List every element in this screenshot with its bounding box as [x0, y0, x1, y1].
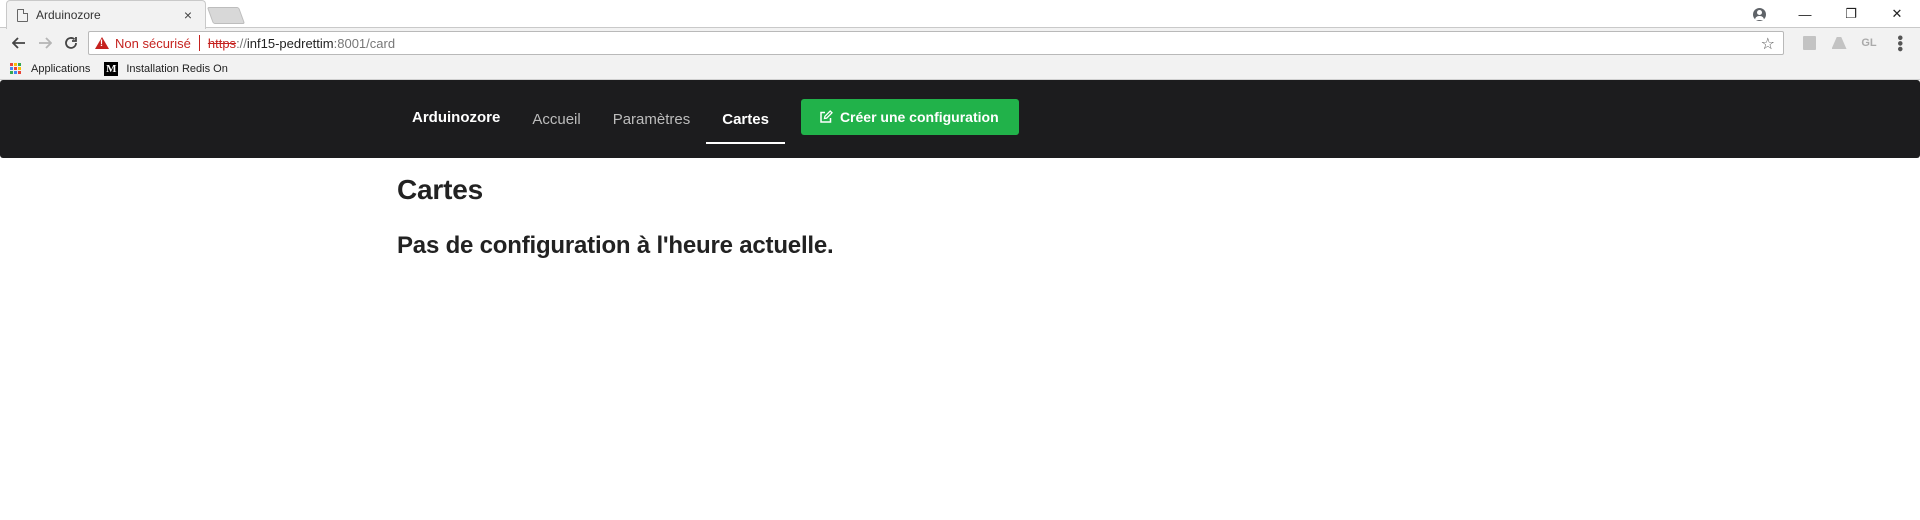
url-scheme: https: [207, 35, 237, 51]
navbar-inner: Arduinozore Accueil Paramètres Cartes Cr…: [396, 80, 1019, 158]
brand-link[interactable]: Arduinozore: [396, 109, 516, 126]
url-path: :8001/card: [333, 35, 396, 51]
bookmark-redis[interactable]: M Installation Redis On: [104, 61, 228, 76]
browser-tab[interactable]: Arduinozore ×: [6, 0, 206, 29]
arrow-right-icon: [39, 37, 52, 49]
bookmarks-bar: Applications M Installation Redis On: [0, 58, 1920, 80]
close-window-button[interactable]: ✕: [1874, 0, 1920, 28]
drive-extension-button[interactable]: [1824, 31, 1854, 55]
minimize-button[interactable]: —: [1782, 0, 1828, 28]
bookmark-applications[interactable]: Applications: [10, 62, 91, 75]
pdf-extension-button[interactable]: [1794, 31, 1824, 55]
browser-menu-button[interactable]: •••: [1884, 31, 1914, 55]
restore-button[interactable]: ❐: [1828, 0, 1874, 28]
url-scheme-separator: ://: [236, 35, 247, 51]
medium-icon: M: [104, 61, 119, 76]
app-navbar: Arduinozore Accueil Paramètres Cartes Cr…: [0, 80, 1920, 158]
window-controls: — ❐ ✕: [1736, 0, 1920, 28]
page-title: Cartes: [397, 174, 483, 205]
url-host: inf15-pedrettim: [246, 35, 334, 51]
apps-icon: [10, 62, 22, 75]
empty-state-message: Pas de configuration à l'heure actuelle.: [397, 232, 834, 259]
bookmark-label: Applications: [31, 62, 91, 75]
new-tab-button[interactable]: [206, 7, 246, 24]
profile-button[interactable]: [1736, 0, 1782, 28]
create-configuration-label: Créer une configuration: [839, 109, 999, 125]
pdf-icon: [1802, 36, 1816, 50]
star-icon[interactable]: ☆: [1761, 34, 1775, 54]
omnibox-divider: [198, 35, 200, 51]
drive-icon: [1831, 37, 1847, 49]
nav-link-parametres[interactable]: Paramètres: [597, 80, 707, 158]
forward-button[interactable]: [32, 30, 58, 56]
create-configuration-button[interactable]: Créer une configuration: [800, 99, 1019, 135]
security-label[interactable]: Non sécurisé: [115, 36, 191, 51]
address-bar[interactable]: Non sécurisé https :// inf15-pedrettim :…: [88, 31, 1784, 55]
page-icon: [17, 8, 28, 22]
profile-icon: [1752, 7, 1766, 21]
tab-title: Arduinozore: [36, 8, 101, 22]
menu-dots-icon: •••: [1891, 34, 1908, 52]
warning-icon: [95, 37, 109, 49]
back-button[interactable]: [6, 30, 32, 56]
nav-link-cartes[interactable]: Cartes: [706, 80, 785, 158]
nav-link-accueil[interactable]: Accueil: [516, 80, 596, 158]
main-content: Cartes Pas de configuration à l'heure ac…: [0, 158, 1920, 260]
browser-toolbar: Non sécurisé https :// inf15-pedrettim :…: [0, 28, 1920, 58]
reload-icon: [65, 37, 77, 49]
tab-close-icon[interactable]: ×: [181, 7, 195, 23]
extensions-area: GL •••: [1794, 31, 1914, 55]
gl-extension-button[interactable]: GL: [1854, 31, 1884, 55]
edit-icon: [819, 110, 833, 124]
reload-button[interactable]: [58, 30, 84, 56]
arrow-left-icon: [12, 37, 25, 49]
bookmark-label: Installation Redis On: [126, 62, 228, 75]
browser-titlebar: Arduinozore × — ❐ ✕: [0, 0, 1920, 29]
